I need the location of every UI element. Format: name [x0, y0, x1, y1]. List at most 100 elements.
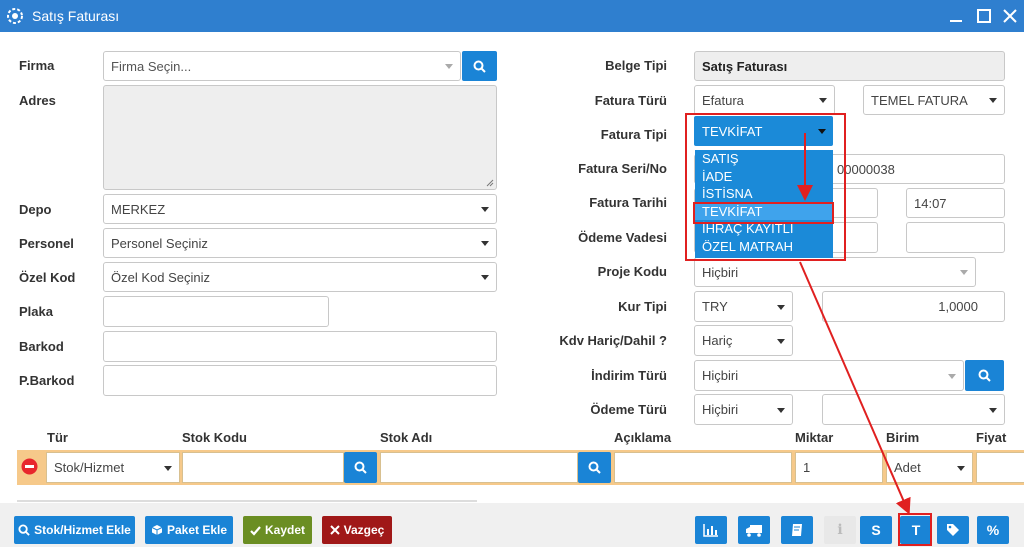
row-stok-kodu-search-button[interactable] [344, 452, 377, 483]
tag-button[interactable] [937, 516, 969, 544]
odeme-turu-select[interactable]: Hiçbiri [694, 394, 793, 425]
info-icon: i [837, 522, 843, 538]
row-aciklama-input[interactable] [614, 452, 792, 483]
ozel-kod-value: Özel Kod Seçiniz [111, 269, 210, 285]
personel-value: Personel Seçiniz [111, 235, 208, 251]
odeme-vadesi-days-input[interactable] [906, 222, 1005, 253]
check-icon [250, 525, 261, 536]
kur-rate-input[interactable]: 1,0000 [822, 291, 1005, 322]
truck-icon [746, 524, 762, 537]
indirim-turu-select[interactable]: Hiçbiri [694, 360, 964, 391]
paket-ekle-label: Paket Ekle [166, 523, 228, 537]
kaydet-label: Kaydet [264, 523, 305, 537]
notes-button[interactable] [781, 516, 813, 544]
firma-search-button[interactable] [462, 51, 497, 81]
row-birim-select[interactable]: Adet [886, 452, 973, 483]
fatura-turu-select[interactable]: Efatura [694, 85, 835, 115]
search-icon [18, 524, 30, 536]
belge-tipi-field: Satış Faturası [694, 51, 1005, 81]
depo-value: MERKEZ [111, 201, 166, 217]
chevron-down-icon [819, 98, 827, 103]
chevron-down-icon [989, 98, 997, 103]
chevron-down-icon [989, 407, 997, 413]
vazgec-label: Vazgeç [343, 523, 385, 537]
fatura-senaryo-value: TEMEL FATURA [871, 92, 968, 108]
depo-select[interactable]: MERKEZ [103, 194, 497, 224]
dropdown-option[interactable]: İHRAÇ KAYITLI [695, 220, 833, 238]
kdv-select[interactable]: Hariç [694, 325, 793, 356]
maximize-icon[interactable] [974, 6, 994, 26]
p-barkod-input[interactable] [103, 365, 497, 396]
row-fiyat-input[interactable] [976, 452, 1024, 483]
row-stok-adi-search-button[interactable] [578, 452, 611, 483]
personel-select[interactable]: Personel Seçiniz [103, 228, 497, 258]
stok-hizmet-ekle-button[interactable]: Stok/Hizmet Ekle [14, 516, 135, 544]
row-tur-select[interactable]: Stok/Hizmet [46, 452, 180, 483]
row-stok-adi-input[interactable] [380, 452, 578, 483]
minimize-icon[interactable] [946, 6, 966, 26]
dropdown-option[interactable]: ÖZEL MATRAH [695, 238, 833, 256]
personel-label: Personel [19, 236, 74, 251]
grid-scrollbar[interactable] [17, 500, 477, 502]
shipment-button[interactable] [738, 516, 770, 544]
chevron-down-icon [481, 207, 489, 212]
fatura-turu-value: Efatura [702, 92, 744, 108]
grid-header-aciklama: Açıklama [614, 430, 672, 445]
firma-select[interactable]: Firma Seçin... [103, 51, 461, 81]
proje-kodu-value: Hiçbiri [702, 264, 739, 280]
close-icon[interactable] [1000, 6, 1020, 26]
dropdown-option-highlighted[interactable]: TEVKİFAT [695, 202, 833, 220]
odeme-hesap-select[interactable] [822, 394, 1005, 425]
indirim-turu-value: Hiçbiri [702, 368, 739, 383]
row-tur-value: Stok/Hizmet [54, 460, 125, 475]
fatura-turu-label: Fatura Türü [594, 93, 667, 108]
plaka-input[interactable] [103, 296, 329, 327]
kur-tipi-value: TRY [702, 299, 728, 314]
barkod-label: Barkod [19, 339, 64, 354]
vazgec-button[interactable]: Vazgeç [322, 516, 392, 544]
chevron-down-icon [777, 407, 785, 413]
chevron-down-icon [948, 373, 956, 379]
t-button[interactable]: T [900, 516, 932, 544]
dropdown-option[interactable]: İSTİSNA [695, 185, 833, 203]
belge-tipi-label: Belge Tipi [605, 58, 667, 73]
p-barkod-label: P.Barkod [19, 373, 75, 388]
proje-kodu-select[interactable]: Hiçbiri [694, 257, 976, 287]
resize-handle-icon[interactable] [486, 179, 494, 187]
kur-tipi-select[interactable]: TRY [694, 291, 793, 322]
book-icon [792, 524, 802, 536]
indirim-turu-label: İndirim Türü [591, 368, 667, 383]
fatura-senaryo-select[interactable]: TEMEL FATURA [863, 85, 1005, 115]
dropdown-option[interactable]: SATIŞ [695, 150, 833, 168]
row-stok-kodu-input[interactable] [182, 452, 344, 483]
delete-row-icon[interactable] [21, 458, 38, 475]
tag-icon [947, 524, 959, 536]
search-icon [978, 369, 991, 382]
plaka-label: Plaka [19, 304, 53, 319]
firma-label: Firma [19, 58, 55, 73]
percent-label: % [986, 522, 1000, 538]
grid-header-tur: Tür [47, 430, 68, 445]
adres-label: Adres [19, 93, 56, 108]
paket-ekle-button[interactable]: Paket Ekle [145, 516, 233, 544]
adres-textarea[interactable] [103, 85, 497, 190]
discount-button[interactable]: % [977, 516, 1009, 544]
dropdown-option[interactable]: İADE [695, 168, 833, 186]
s-button[interactable]: S [860, 516, 892, 544]
kaydet-button[interactable]: Kaydet [243, 516, 312, 544]
cube-icon [151, 525, 163, 535]
barkod-input[interactable] [103, 331, 497, 362]
row-miktar-input[interactable]: 1 [795, 452, 883, 483]
info-button[interactable]: i [824, 516, 856, 544]
fatura-tipi-label: Fatura Tipi [600, 127, 667, 142]
fatura-tarihi-time-input[interactable]: 14:07 [906, 188, 1005, 218]
fatura-tipi-select[interactable]: TEVKİFAT [694, 116, 833, 146]
report-chart-button[interactable] [695, 516, 727, 544]
window-title: Satış Faturası [32, 8, 120, 24]
chevron-down-icon [960, 270, 968, 275]
fatura-tarihi-label: Fatura Tarihi [589, 195, 667, 210]
grid-header-stok-adi: Stok Adı [380, 430, 433, 445]
indirim-search-button[interactable] [965, 360, 1004, 391]
ozel-kod-select[interactable]: Özel Kod Seçiniz [103, 262, 497, 292]
depo-label: Depo [19, 202, 52, 217]
